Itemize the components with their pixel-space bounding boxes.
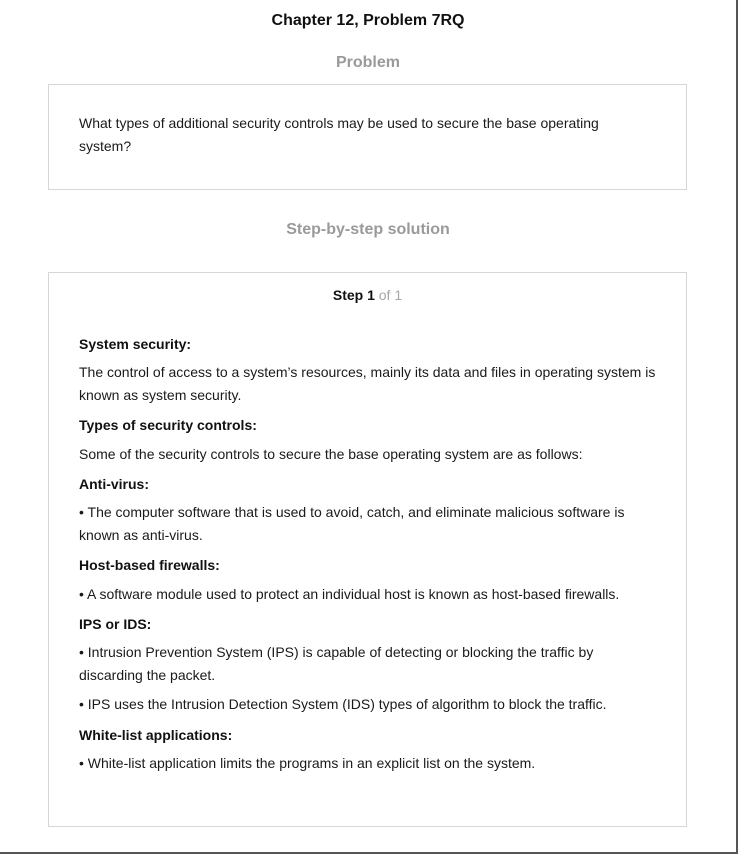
- problem-box: What types of additional security contro…: [48, 84, 687, 190]
- step-total: of 1: [374, 287, 403, 303]
- chapter-title: Chapter 12, Problem 7RQ: [271, 12, 465, 29]
- section-heading-system-security: System security:: [79, 336, 192, 352]
- paragraph-ids: • IPS uses the Intrusion Detection Syste…: [79, 696, 607, 712]
- section-heading-anti-virus: Anti-virus:: [79, 476, 149, 492]
- step-number: Step 1: [332, 287, 375, 303]
- section-heading-types-of-controls: Types of security controls:: [79, 417, 257, 433]
- step-indicator: Step 1 of 1: [49, 287, 686, 303]
- solution-box: Step 1 of 1 System security: The control…: [48, 272, 687, 827]
- section-heading-white-list: White-list applications:: [79, 727, 233, 743]
- section-heading-ips-ids: IPS or IDS:: [79, 616, 152, 632]
- problem-text: What types of additional security contro…: [79, 115, 599, 154]
- paragraph-host-firewalls: • A software module used to protect an i…: [79, 586, 620, 602]
- section-heading-host-firewalls: Host-based firewalls:: [79, 557, 220, 573]
- paragraph-white-list: • White-list application limits the prog…: [79, 755, 536, 771]
- paragraph-ips: • Intrusion Prevention System (IPS) is c…: [79, 644, 594, 683]
- paragraph-system-security: The control of access to a system’s reso…: [79, 364, 656, 403]
- problem-heading: Problem: [335, 54, 400, 71]
- paragraph-anti-virus: • The computer software that is used to …: [79, 504, 625, 543]
- solution-heading: Step-by-step solution: [286, 221, 450, 238]
- paragraph-types-of-controls: Some of the security controls to secure …: [79, 446, 583, 462]
